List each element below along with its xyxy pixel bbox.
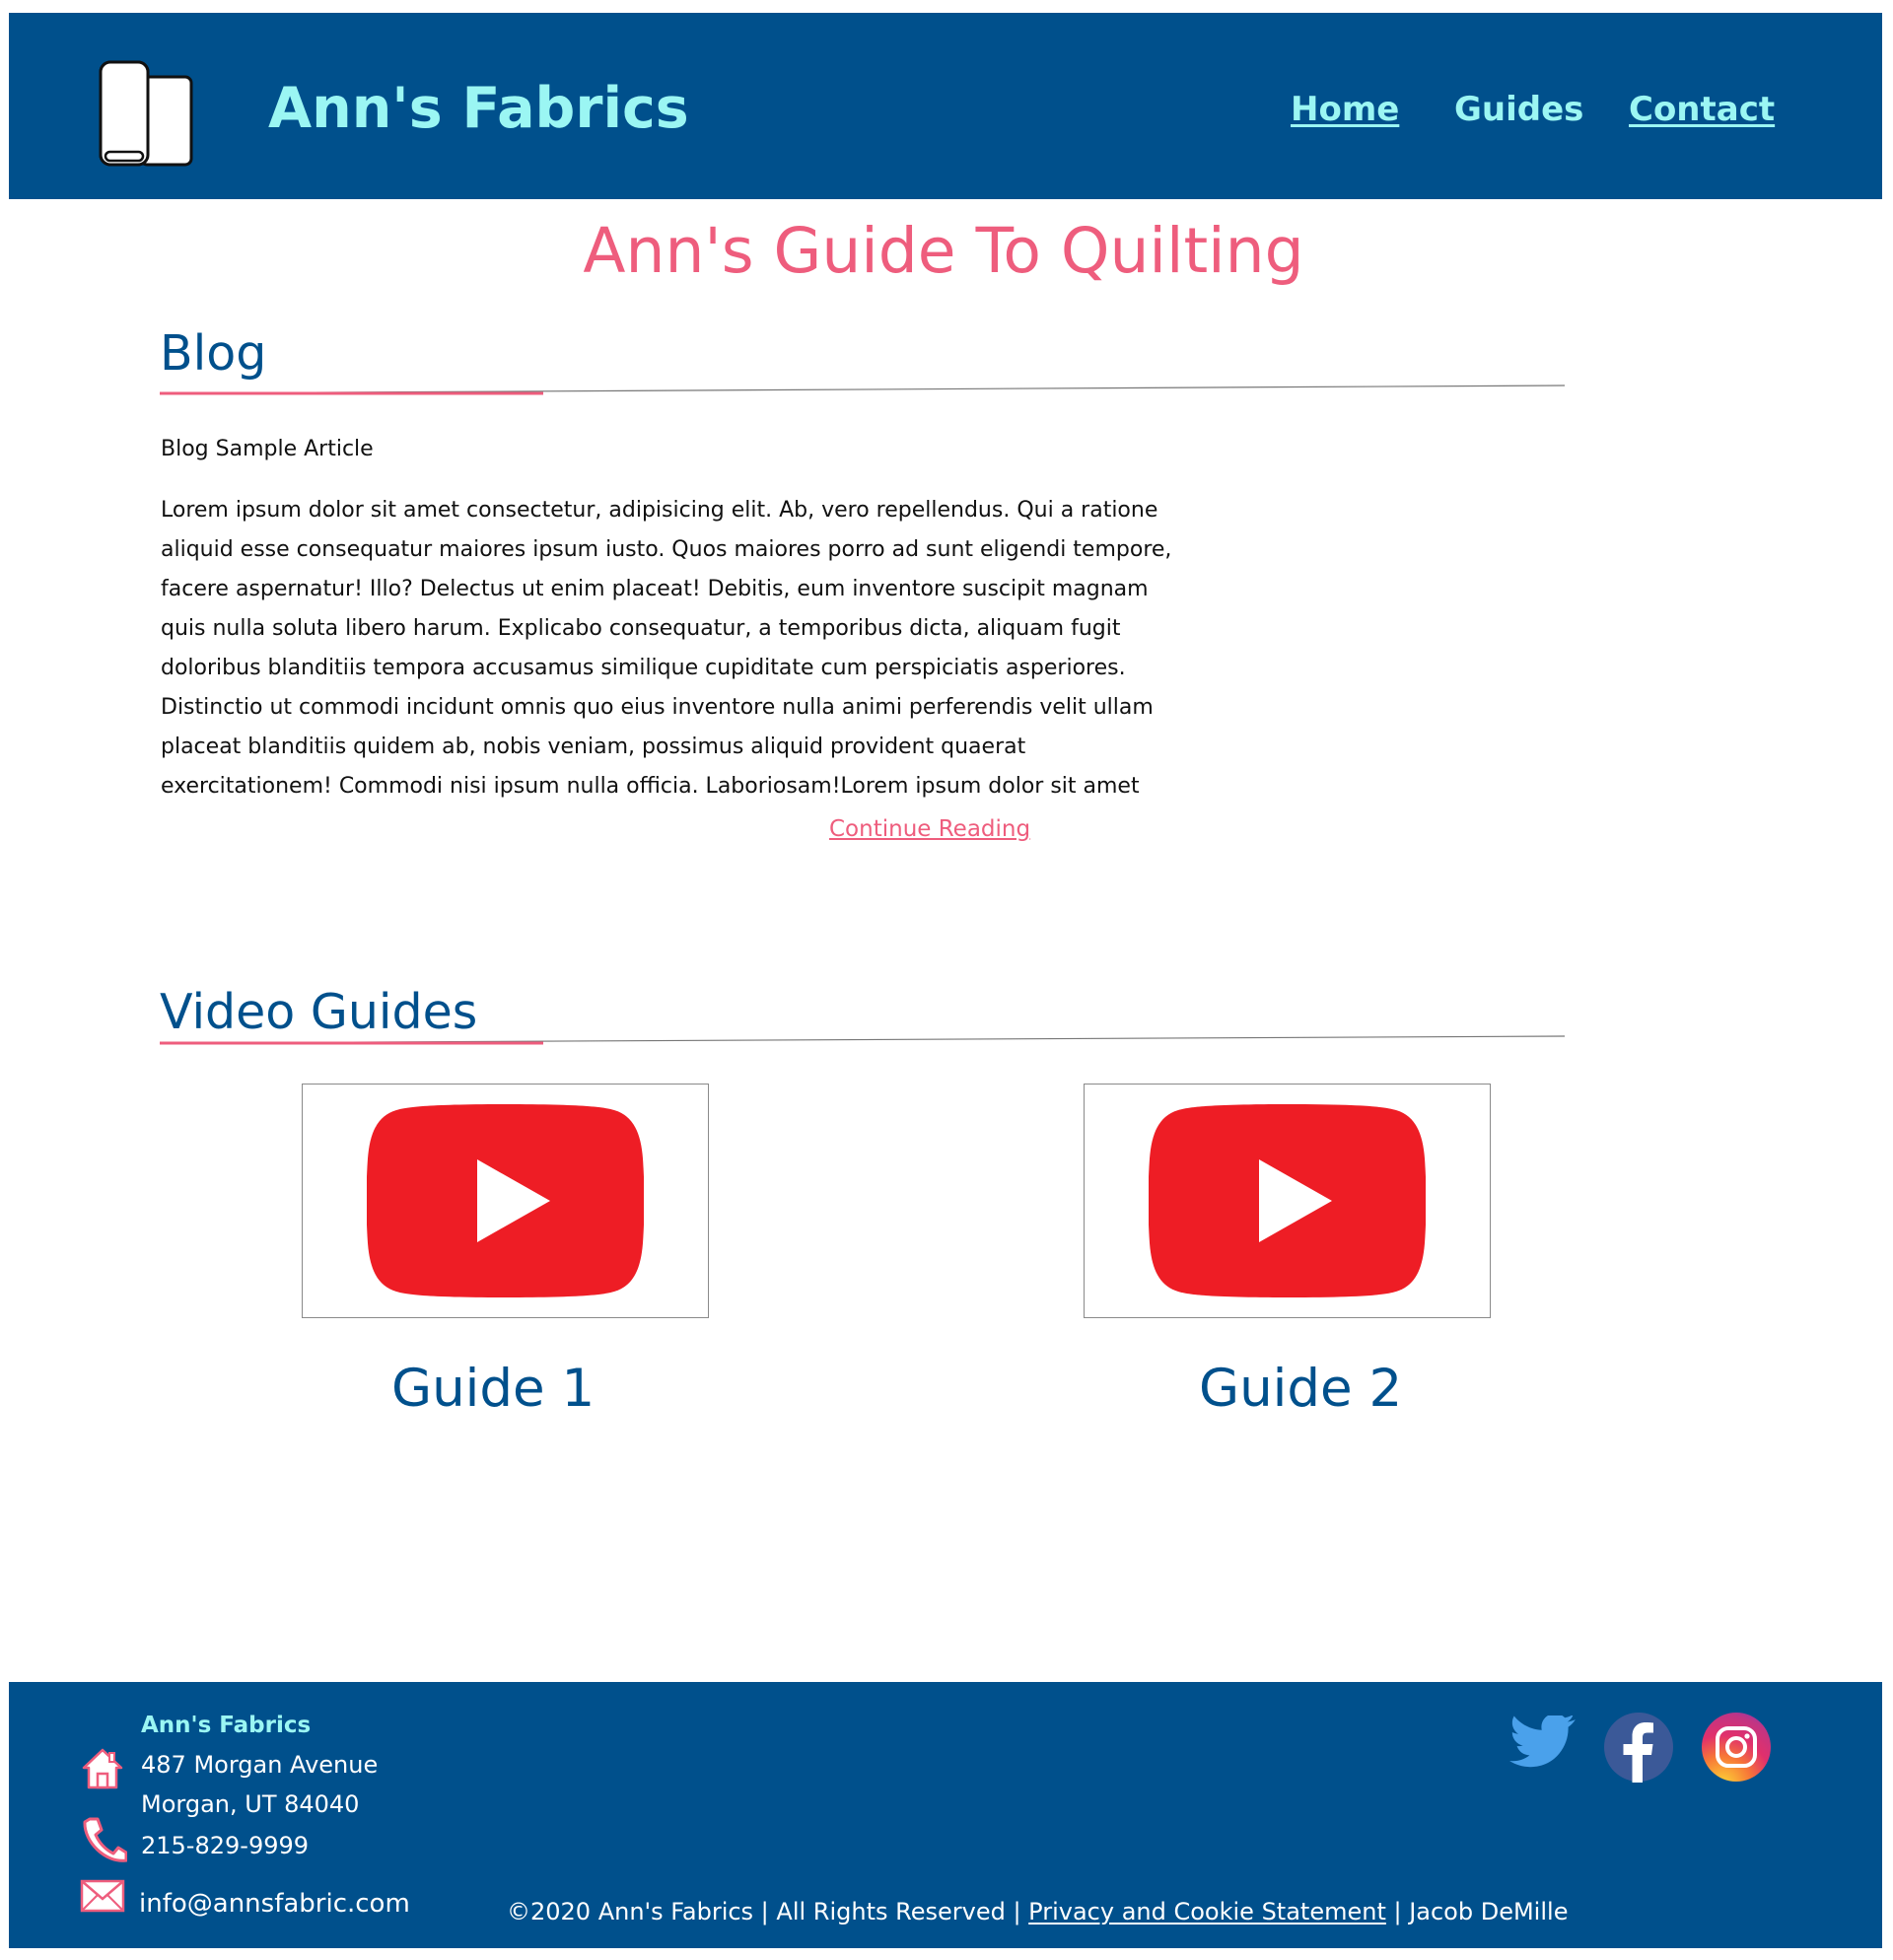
footer-email[interactable]: info@annsfabric.com: [139, 1889, 410, 1919]
nav-contact[interactable]: Contact: [1629, 90, 1775, 129]
blog-body-line: aliquid esse consequatur maiores ipsum i…: [161, 537, 1172, 562]
guide-1-title[interactable]: Guide 1: [391, 1359, 595, 1419]
instagram-icon[interactable]: [1701, 1712, 1772, 1783]
twitter-icon[interactable]: [1509, 1715, 1578, 1775]
video-thumbnail-guide-2[interactable]: [1084, 1084, 1491, 1318]
blog-body-line: exercitationem! Commodi nisi ipsum nulla…: [161, 774, 1140, 799]
guide-2-title[interactable]: Guide 2: [1199, 1359, 1402, 1419]
privacy-link[interactable]: Privacy and Cookie Statement: [1028, 1898, 1386, 1925]
footer-phone[interactable]: 215-829-9999: [141, 1832, 309, 1859]
site-footer: Ann's Fabrics 487 Morgan Avenue Morgan, …: [9, 1682, 1882, 1948]
nav-guides[interactable]: Guides: [1454, 90, 1583, 129]
blog-body-line: Lorem ipsum dolor sit amet consectetur, …: [161, 498, 1158, 523]
youtube-play-icon[interactable]: [1149, 1104, 1426, 1297]
blog-body-line: facere aspernatur! Illo? Delectus ut eni…: [161, 577, 1149, 601]
blog-heading: Blog: [160, 325, 267, 382]
blog-body-line: Distinctio ut commodi incidunt omnis quo…: [161, 695, 1154, 720]
blog-article-title: Blog Sample Article: [161, 437, 374, 461]
footer-address-line1: 487 Morgan Avenue: [141, 1751, 379, 1779]
youtube-play-icon[interactable]: [367, 1104, 644, 1297]
facebook-icon[interactable]: [1603, 1712, 1674, 1783]
fabric-roll-logo-icon[interactable]: [98, 59, 194, 168]
footer-brand: Ann's Fabrics: [141, 1713, 312, 1738]
continue-reading-link[interactable]: Continue Reading: [829, 816, 1030, 842]
blog-body-line: doloribus blanditiis tempora accusamus s…: [161, 656, 1126, 680]
site-brand[interactable]: Ann's Fabrics: [268, 76, 689, 141]
page-title: Ann's Guide To Quilting: [583, 215, 1304, 287]
blog-heading-divider: [160, 385, 1566, 395]
blog-body-line: placeat blanditiis quidem ab, nobis veni…: [161, 735, 1026, 759]
phone-icon: [83, 1817, 127, 1862]
footer-copyright: ©2020 Ann's Fabrics | All Rights Reserve…: [507, 1898, 1568, 1925]
nav-home[interactable]: Home: [1291, 90, 1399, 129]
blog-article-body: Lorem ipsum dolor sit amet consectetur, …: [161, 491, 1172, 806]
copyright-text: ©2020 Ann's Fabrics | All Rights Reserve…: [507, 1898, 1029, 1925]
author-credit: | Jacob DeMille: [1385, 1898, 1569, 1925]
video-guides-heading-divider: [160, 1035, 1566, 1045]
site-header: Ann's Fabrics Home Guides Contact: [9, 13, 1882, 199]
blog-body-line: quis nulla soluta libero harum. Explicab…: [161, 616, 1121, 641]
home-icon: [82, 1748, 123, 1789]
video-thumbnail-guide-1[interactable]: [302, 1084, 709, 1318]
mail-icon: [80, 1879, 125, 1913]
footer-address-line2: Morgan, UT 84040: [141, 1790, 360, 1818]
